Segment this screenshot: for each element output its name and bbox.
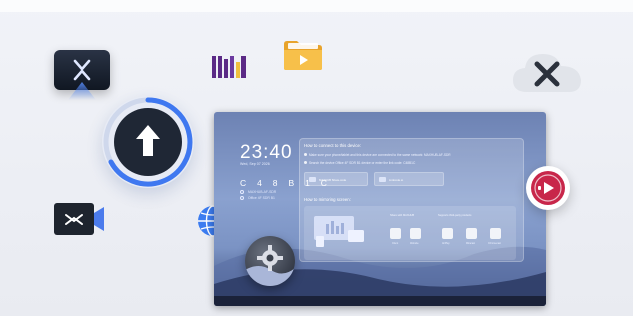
option-label: Website — [410, 242, 419, 245]
network-name: MAXHUB-AF-SDR — [248, 190, 277, 194]
maxhub-app-icon[interactable] — [54, 50, 110, 100]
brand-logo-icon — [212, 56, 246, 78]
client-icon[interactable] — [390, 228, 401, 239]
device-name: Office 4F SDR B1 — [248, 196, 275, 200]
top-fade — [0, 0, 633, 12]
option-label: AirPlay — [442, 242, 450, 245]
mirror-title: How to mirroring screen: — [304, 197, 351, 202]
website-icon[interactable] — [410, 228, 421, 239]
cloud-icon[interactable] — [511, 48, 583, 96]
airplay-icon[interactable] — [442, 228, 453, 239]
share-code-chip[interactable]: MAXHUB Share-code — [304, 172, 368, 186]
chip-label: Linkcode.io — [389, 178, 404, 182]
devices-illustration-icon — [314, 216, 364, 247]
qr-icon — [309, 177, 316, 182]
mirror-col-title: Supports third-party products — [438, 214, 472, 217]
step-bullet — [304, 161, 307, 164]
gear-icon[interactable] — [245, 236, 295, 286]
option-label: Client — [392, 242, 399, 245]
video-camera-icon[interactable] — [54, 203, 104, 235]
cast-icon[interactable] — [526, 166, 570, 210]
link-icon — [379, 177, 386, 182]
clock-time: 23:40 — [240, 142, 293, 163]
clock-date: Wed, Sep 07 2026 — [240, 162, 270, 166]
connect-step-1: Make sure your phone/tablet and this dev… — [309, 152, 451, 157]
step-bullet — [304, 153, 307, 156]
option-label: Chromecast — [488, 242, 501, 245]
upload-icon[interactable] — [102, 96, 194, 188]
linkcode-chip[interactable]: Linkcode.io — [374, 172, 444, 186]
miracast-icon[interactable] — [466, 228, 477, 239]
chip-label: MAXHUB Share-code — [319, 178, 347, 182]
stage: 23:40 Wed, Sep 07 2026 C 4 8 B 1 C MAXHU… — [0, 0, 633, 316]
wifi-icon — [240, 190, 244, 194]
connect-step-2: Search the device Office 4F SDR B1 devic… — [309, 160, 416, 165]
option-label: Miracast — [466, 242, 476, 245]
mirror-col-title: Share with MAXHUB — [390, 214, 415, 217]
video-folder-icon[interactable] — [282, 39, 324, 71]
chromecast-icon[interactable] — [490, 228, 501, 239]
mirror-options: Share with MAXHUB Client Website Support… — [304, 206, 516, 260]
device-icon — [240, 196, 244, 200]
taskbar — [214, 296, 546, 306]
connect-panel: How to connect to this device: Make sure… — [299, 138, 524, 262]
connect-title: How to connect to this device: — [304, 143, 362, 148]
